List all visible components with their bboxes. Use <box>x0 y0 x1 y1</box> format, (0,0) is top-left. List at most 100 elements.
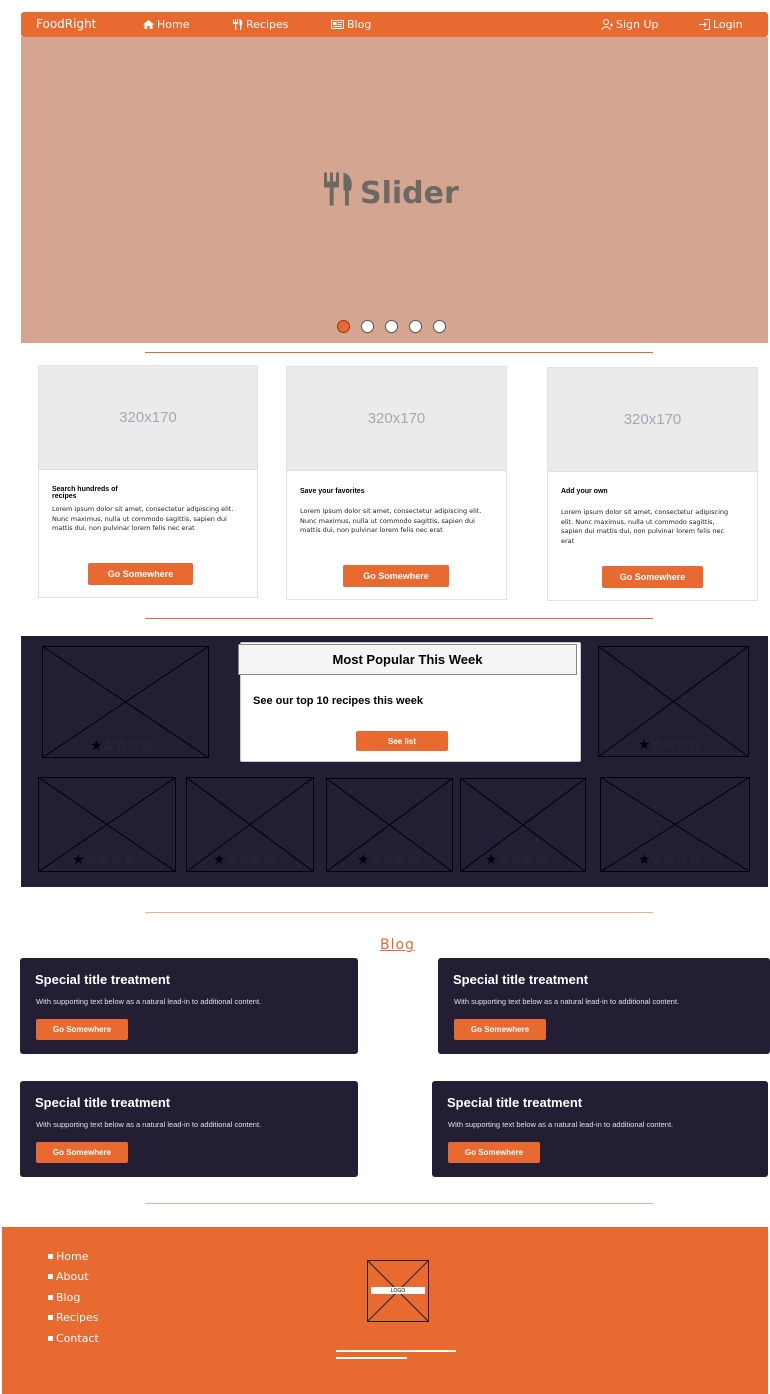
go-somewhere-button[interactable]: Go Somewhere <box>602 566 703 588</box>
star-empty-icon[interactable]: ☆ <box>510 852 523 866</box>
go-somewhere-button[interactable]: Go Somewhere <box>343 565 449 587</box>
star-empty-icon[interactable]: ☆ <box>122 852 135 866</box>
star-empty-icon[interactable]: ☆ <box>663 737 676 751</box>
footer-link-label: About <box>56 1270 89 1284</box>
logo[interactable]: LOGO <box>366 1259 430 1323</box>
footer-divider <box>336 1357 407 1359</box>
slider-dot[interactable] <box>433 320 446 333</box>
star-empty-icon[interactable]: ☆ <box>128 738 141 752</box>
star-empty-icon[interactable]: ☆ <box>85 852 98 866</box>
footer-link-label: Home <box>56 1249 89 1263</box>
star-empty-icon[interactable]: ☆ <box>370 852 383 866</box>
star-filled-icon[interactable]: ★ <box>213 852 226 866</box>
star-rating[interactable]: ★ ☆ ☆ ☆ ☆ <box>90 738 153 752</box>
footer-link-blog[interactable]: Blog <box>48 1287 99 1308</box>
star-rating[interactable]: ★ ☆ ☆ ☆ ☆ <box>638 737 701 751</box>
star-rating[interactable]: ★ ☆ ☆ ☆ ☆ <box>72 852 135 866</box>
star-empty-icon[interactable]: ☆ <box>676 737 689 751</box>
nav-home-label: Home <box>157 18 190 31</box>
go-somewhere-button[interactable]: Go Somewhere <box>454 1019 546 1040</box>
star-empty-icon[interactable]: ☆ <box>263 852 276 866</box>
star-rating[interactable]: ★ ☆ ☆ ☆ ☆ <box>357 852 420 866</box>
nav-signup-label: Sign Up <box>616 18 659 31</box>
brand-link[interactable]: FoodRight <box>36 17 96 31</box>
nav-blog[interactable]: Blog <box>331 18 371 31</box>
star-rating[interactable]: ★ ☆ ☆ ☆ ☆ <box>485 852 548 866</box>
star-empty-icon[interactable]: ☆ <box>651 737 664 751</box>
login-icon <box>699 19 710 30</box>
feature-text: Lorem ipsum dolor sit amet, consectetur … <box>561 508 729 545</box>
image-placeholder: 320x170 <box>548 368 757 472</box>
star-empty-icon[interactable]: ☆ <box>382 852 395 866</box>
blog-card-text: With supporting text below as a natural … <box>36 997 262 1006</box>
go-somewhere-button[interactable]: Go Somewhere <box>448 1142 540 1163</box>
star-empty-icon[interactable]: ☆ <box>226 852 239 866</box>
star-empty-icon[interactable]: ☆ <box>651 852 664 866</box>
blog-heading[interactable]: Blog <box>380 937 415 953</box>
footer-link-about[interactable]: About <box>48 1267 99 1288</box>
star-empty-icon[interactable]: ☆ <box>97 852 110 866</box>
fork-knife-icon <box>324 172 354 214</box>
slider-dot[interactable] <box>337 320 350 333</box>
blog-card: Special title treatment With supporting … <box>20 958 358 1054</box>
hero-slider[interactable]: Slider <box>21 37 768 343</box>
star-empty-icon[interactable]: ☆ <box>676 852 689 866</box>
star-empty-icon[interactable]: ☆ <box>523 852 536 866</box>
feature-text: Lorem ipsum dolor sit amet, consectetur … <box>52 505 234 532</box>
bullet-icon <box>48 1274 53 1280</box>
star-filled-icon[interactable]: ★ <box>90 738 103 752</box>
blog-card: Special title treatment With supporting … <box>438 958 770 1054</box>
go-somewhere-button[interactable]: Go Somewhere <box>36 1142 128 1163</box>
footer-link-label: Recipes <box>56 1311 99 1325</box>
star-empty-icon[interactable]: ☆ <box>238 852 251 866</box>
star-rating[interactable]: ★ ☆ ☆ ☆ ☆ <box>213 852 276 866</box>
divider <box>145 1203 653 1204</box>
star-empty-icon[interactable]: ☆ <box>115 738 128 752</box>
footer-link-label: Blog <box>56 1290 81 1304</box>
slider-dot[interactable] <box>361 320 374 333</box>
user-plus-icon <box>601 19 613 30</box>
popular-modal: Most Popular This Week See our top 10 re… <box>238 642 581 762</box>
go-somewhere-button[interactable]: Go Somewhere <box>88 563 193 585</box>
feature-title: Save your favorites <box>300 488 365 495</box>
footer-link-contact[interactable]: Contact <box>48 1328 99 1349</box>
star-filled-icon[interactable]: ★ <box>638 852 651 866</box>
star-empty-icon[interactable]: ☆ <box>407 852 420 866</box>
star-empty-icon[interactable]: ☆ <box>688 737 701 751</box>
feature-title: Search hundreds of recipes <box>52 486 118 500</box>
feature-text: Lorem ipsum dolor sit amet, consectetur … <box>300 507 482 534</box>
star-empty-icon[interactable]: ☆ <box>688 852 701 866</box>
nav-login-label: Login <box>713 18 743 31</box>
star-empty-icon[interactable]: ☆ <box>140 738 153 752</box>
nav-signup[interactable]: Sign Up <box>601 18 659 31</box>
star-empty-icon[interactable]: ☆ <box>251 852 264 866</box>
divider <box>145 618 653 619</box>
star-filled-icon[interactable]: ★ <box>638 737 651 751</box>
star-empty-icon[interactable]: ☆ <box>535 852 548 866</box>
star-empty-icon[interactable]: ☆ <box>103 738 116 752</box>
footer: Home About Blog Recipes Contact LOGO <box>2 1227 768 1394</box>
star-empty-icon[interactable]: ☆ <box>110 852 123 866</box>
footer-link-home[interactable]: Home <box>48 1246 99 1267</box>
nav-home[interactable]: Home <box>143 18 189 31</box>
popular-subtitle: See our top 10 recipes this week <box>253 695 423 707</box>
footer-link-label: Contact <box>56 1331 99 1345</box>
bullet-icon <box>48 1335 53 1341</box>
star-filled-icon[interactable]: ★ <box>357 852 370 866</box>
star-empty-icon[interactable]: ☆ <box>395 852 408 866</box>
star-empty-icon[interactable]: ☆ <box>663 852 676 866</box>
star-rating[interactable]: ★ ☆ ☆ ☆ ☆ <box>638 852 701 866</box>
nav-recipes[interactable]: Recipes <box>233 18 289 31</box>
footer-link-recipes[interactable]: Recipes <box>48 1308 99 1329</box>
see-list-button[interactable]: See list <box>356 731 448 751</box>
star-filled-icon[interactable]: ★ <box>485 852 498 866</box>
bullet-icon <box>48 1315 53 1321</box>
nav-login[interactable]: Login <box>699 18 743 31</box>
slider-dot[interactable] <box>385 320 398 333</box>
star-empty-icon[interactable]: ☆ <box>498 852 511 866</box>
blog-card-title: Special title treatment <box>35 972 171 987</box>
slider-dot[interactable] <box>409 320 422 333</box>
go-somewhere-button[interactable]: Go Somewhere <box>36 1019 128 1040</box>
star-filled-icon[interactable]: ★ <box>72 852 85 866</box>
bullet-icon <box>48 1253 53 1259</box>
